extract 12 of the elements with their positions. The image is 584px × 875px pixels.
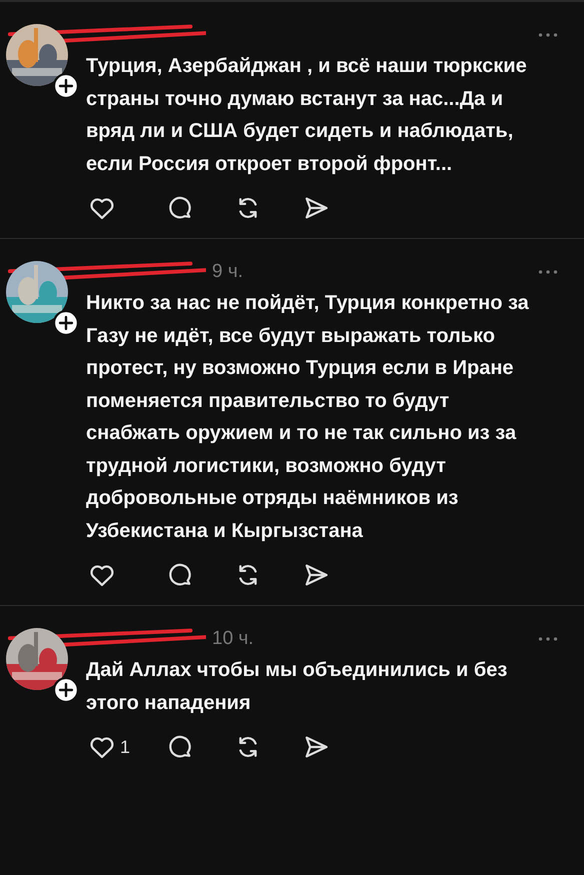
post-time: 10 ч. (212, 628, 254, 650)
more-icon[interactable] (538, 269, 558, 275)
post-text: Дай Аллах чтобы мы объединились и без этого нападения (86, 658, 508, 716)
follow-plus-icon[interactable] (53, 73, 79, 99)
post-text: Турция, Азербайджан , и всё наши тюркские страны точно думаю встанут за нас...Да и вряд ли и США будет сидеть и наблюдать, если Россия откроет второй фронт... (86, 54, 528, 176)
follow-plus-icon[interactable] (53, 677, 79, 703)
post-time: 9 ч. (212, 261, 244, 283)
post-text: Никто за нас не пойдёт, Турция конкретно за Газу не идёт, все будут выражать только протест, ну возможно Турция если в Иране поменяется правительство то будут снабжать оружием и то не так сильно из за трудной логистики, возможно будут добровольные отряды наёмников из Узбекистана и Кыргызстана (86, 291, 530, 544)
more-icon[interactable] (538, 636, 558, 642)
follow-plus-icon[interactable] (53, 310, 79, 336)
more-icon[interactable] (538, 32, 558, 38)
like-count: 1 (120, 736, 130, 758)
